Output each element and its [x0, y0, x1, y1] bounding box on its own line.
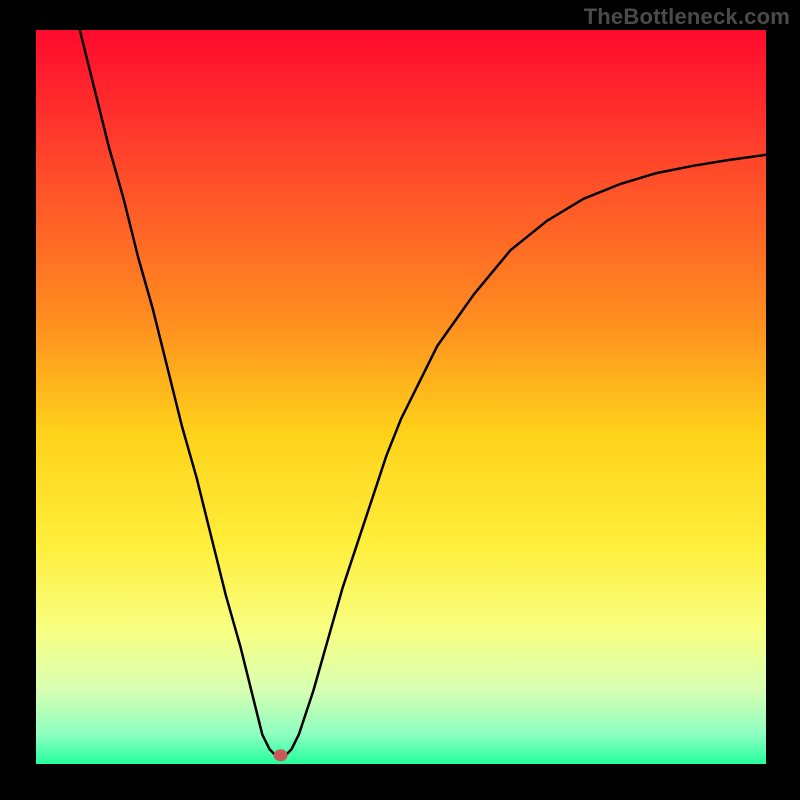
optimum-marker — [274, 749, 288, 761]
bottleneck-chart — [0, 0, 800, 800]
watermark-text: TheBottleneck.com — [584, 4, 790, 30]
chart-frame: TheBottleneck.com — [0, 0, 800, 800]
plot-background — [36, 30, 766, 764]
